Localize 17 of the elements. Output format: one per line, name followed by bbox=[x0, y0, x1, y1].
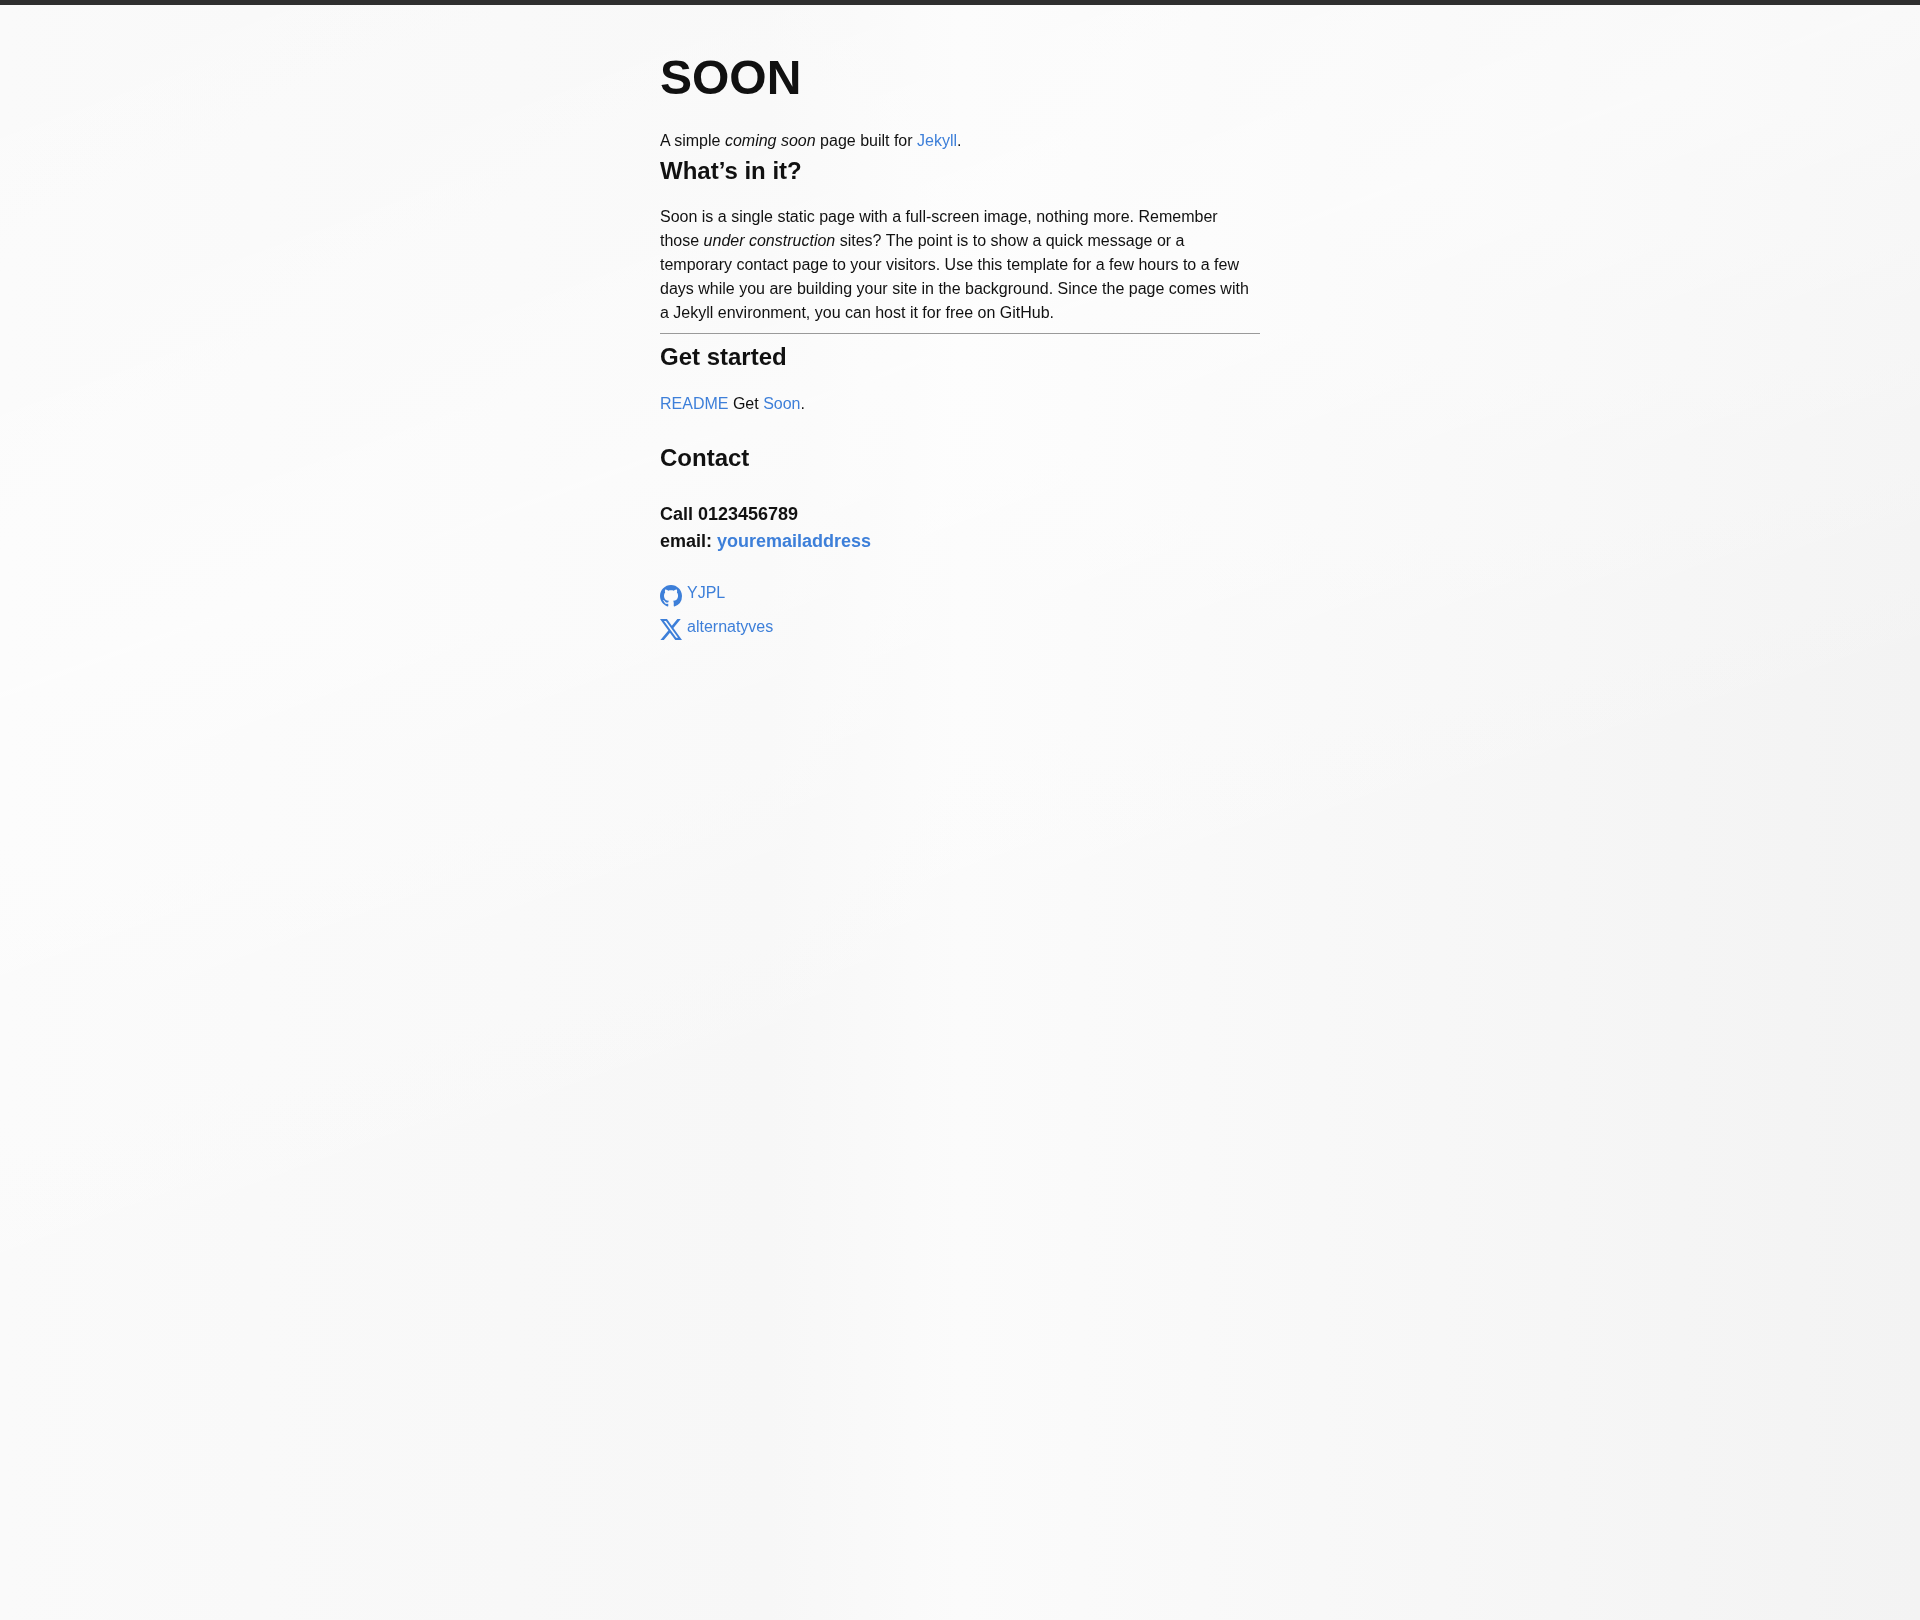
section-heading: What’s in it? bbox=[660, 156, 803, 186]
profile-link[interactable]: YJPL bbox=[660, 585, 726, 607]
x-logo-icon bbox=[660, 619, 682, 640]
text-link[interactable]: README bbox=[660, 395, 729, 413]
phone-text: Call 0123456789 bbox=[660, 503, 800, 526]
text-link[interactable]: Soon bbox=[763, 395, 801, 413]
cat-logo-icon bbox=[660, 585, 682, 607]
email-link[interactable]: youremailaddress bbox=[717, 531, 872, 551]
description-text: Soon is a single static page with a full-screen image, nothing more. Remember those under construction sites? The point is to show a quick message or a temporary contact page to your visitors. Use this template for a few hours to a few days while you are building your site in the background. Since the page comes with a Jekyll environment, you can host it for free on GitHub. bbox=[660, 207, 1250, 324]
email-line: email: youremailaddress bbox=[660, 530, 873, 553]
page-title: SOON bbox=[660, 50, 803, 106]
section-heading: Contact bbox=[660, 444, 751, 473]
intro-text: A simple coming soon page built for Jekyll. bbox=[660, 130, 963, 151]
get-started-text: README Get Soon. bbox=[660, 394, 806, 415]
text-link[interactable]: Jekyll bbox=[917, 131, 958, 149]
section-heading: Get started bbox=[660, 343, 788, 373]
profile-link[interactable]: alternatyves bbox=[660, 619, 774, 640]
